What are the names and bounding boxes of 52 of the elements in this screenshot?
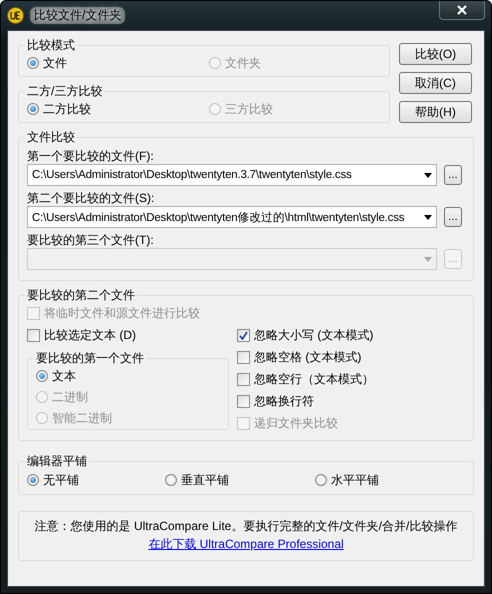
- radio-label: 水平平铺: [331, 472, 379, 488]
- group-title: 文件比较: [26, 129, 76, 146]
- browse-button[interactable]: ...: [444, 165, 462, 185]
- browse-button[interactable]: ...: [444, 207, 462, 227]
- checkbox[interactable]: [237, 328, 250, 342]
- group-title: 二方/三方比较: [26, 83, 104, 100]
- radio-label: 二方比较: [43, 100, 91, 118]
- checkbox-label: 忽略空格 (文本模式): [254, 348, 362, 366]
- group-title: 要比较的第二个文件: [26, 287, 136, 304]
- checkbox[interactable]: [27, 328, 40, 342]
- checkbox-label: 比较选定文本 (D): [44, 326, 136, 344]
- checkbox-label: 忽略空行（文本模式）: [254, 370, 374, 388]
- radio-button[interactable]: [36, 370, 48, 382]
- radio-label: 文本: [52, 368, 76, 384]
- file-combo-box[interactable]: C:\Users\Administrator\Desktop\twentyten.3.7\twentyten\style.css: [27, 164, 437, 186]
- checkbox[interactable]: [237, 372, 250, 386]
- checkbox[interactable]: [237, 350, 250, 364]
- radio-button[interactable]: [27, 57, 39, 69]
- dropdown-arrow-icon: [424, 214, 432, 220]
- checkbox-label: 递归文件夹比较: [254, 414, 338, 432]
- dialog-button[interactable]: 取消(C): [399, 72, 472, 94]
- radio-label: 三方比较: [225, 100, 273, 118]
- close-button[interactable]: [439, 1, 485, 20]
- radio-label: 智能二进制: [52, 410, 112, 426]
- radio-button[interactable]: [27, 474, 39, 486]
- radio-label: 无平铺: [43, 472, 79, 488]
- group-title: 要比较的第一个文件: [35, 350, 145, 367]
- dropdown-arrow-icon: [424, 256, 432, 262]
- file-combo-box[interactable]: C:\Users\Administrator\Desktop\twentyten修改过的\html\twentyten\style.css: [27, 206, 437, 228]
- dialog-button[interactable]: 比较(O): [399, 43, 472, 65]
- dialog-button[interactable]: 帮助(H): [399, 101, 472, 123]
- radio-button[interactable]: [165, 474, 177, 486]
- field-label: 要比较的第三个文件(T):: [27, 232, 155, 248]
- checkbox-label: 将临时文件和源文件进行比较: [44, 304, 200, 322]
- radio-label: 文件夹: [225, 54, 261, 72]
- radio-button[interactable]: [27, 103, 39, 115]
- radio-label: 二进制: [52, 388, 88, 406]
- close-icon: [457, 5, 467, 15]
- field-label: 第一个要比较的文件(F):: [27, 148, 155, 164]
- group-title: 比较模式: [26, 37, 76, 54]
- radio-label: 垂直平铺: [181, 472, 229, 488]
- radio-button[interactable]: [315, 474, 327, 486]
- checkbox-label: 忽略大小写 (文本模式): [254, 326, 374, 344]
- dropdown-arrow-icon: [424, 172, 432, 178]
- field-label: 第二个要比较的文件(S):: [27, 190, 156, 206]
- group-title: 编辑器平铺: [26, 453, 88, 470]
- checkbox[interactable]: [237, 394, 250, 408]
- app-logo-icon: [7, 7, 24, 24]
- checkbox-label: 忽略换行符: [254, 392, 314, 410]
- download-link[interactable]: 在此下载 UltraCompare Professional: [148, 536, 344, 553]
- notice-text: 注意：您使用的是 UltraCompare Lite。要执行完整的文件/文件夹/合并/比较操作: [34, 518, 458, 535]
- radio-label: 文件: [43, 54, 67, 72]
